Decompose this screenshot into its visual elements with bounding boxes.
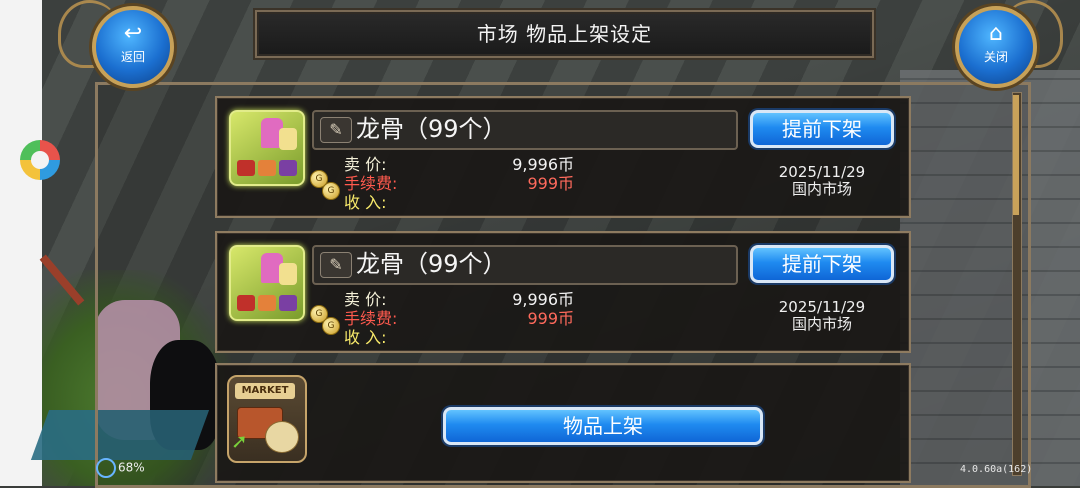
battery-percent: 68% — [118, 460, 145, 475]
fruit-crate-icon — [258, 295, 276, 311]
listing-date: 2025/11/29 — [778, 163, 866, 181]
item-name-box: ✎ 龙骨（99个） — [312, 110, 738, 150]
fruit-crate-icon — [279, 160, 297, 176]
app-overlay-logo-icon[interactable] — [20, 140, 60, 180]
market-stall-icon: MARKET ➚ — [227, 375, 307, 463]
delist-early-button[interactable]: 提前下架 — [750, 110, 894, 148]
price-value: 9,996币 — [512, 290, 574, 309]
page-title: 市场 物品上架设定 — [476, 22, 653, 46]
listing-date: 2025/11/29 — [778, 298, 866, 316]
feather-icon: ✎ — [320, 252, 352, 278]
income-label: 收 入: — [344, 193, 387, 212]
clothing-shop-item-icon — [229, 110, 305, 186]
fee-value: 999币 — [527, 174, 574, 193]
fee-label: 手续费: — [344, 309, 398, 328]
fee-label: 手续费: — [344, 174, 398, 193]
home-icon: ⌂ — [989, 21, 1003, 46]
listing-card: ✎ 龙骨（99个） GG 卖 价: 手续费: 收 入: 9,996币 999币 … — [215, 96, 911, 218]
coins-icon: GG — [310, 170, 340, 200]
fruit-crate-icon — [237, 160, 255, 176]
new-listing-card: MARKET ➚ 物品上架 — [215, 363, 911, 483]
fruit-crate-icon — [237, 295, 255, 311]
list-item-button[interactable]: 物品上架 — [443, 407, 763, 445]
coins-icon: GG — [310, 305, 340, 335]
version-label: 4.0.60a(162) — [960, 464, 1033, 475]
fee-value: 999币 — [527, 309, 574, 328]
price-label: 卖 价: — [344, 155, 387, 174]
item-name: 龙骨（99个） — [356, 250, 507, 278]
listing-market: 国内市场 — [791, 315, 852, 333]
screen-edge — [0, 0, 42, 486]
back-button[interactable]: ↩ 返回 — [92, 6, 174, 88]
income-label: 收 入: — [344, 328, 387, 347]
fruit-crate-icon — [258, 160, 276, 176]
scrollbar-thumb[interactable] — [1013, 95, 1019, 215]
back-label: 返回 — [120, 50, 145, 64]
battery-status: 68% — [96, 458, 145, 478]
back-arrow-icon: ↩ — [123, 21, 143, 46]
close-label: 关闭 — [983, 50, 1008, 64]
listing-card: ✎ 龙骨（99个） GG 卖 价: 手续费: 收 入: 9,996币 999币 … — [215, 231, 911, 353]
item-name-box: ✎ 龙骨（99个） — [312, 245, 738, 285]
close-button[interactable]: ⌂ 关闭 — [955, 6, 1037, 88]
price-value: 9,996币 — [512, 155, 574, 174]
shirt-icon — [279, 128, 297, 150]
price-label: 卖 价: — [344, 290, 387, 309]
clothing-shop-item-icon — [229, 245, 305, 321]
up-arrow-icon: ➚ — [231, 429, 248, 453]
listing-market: 国内市场 — [791, 180, 852, 198]
title-bar: 市场 物品上架设定 — [255, 10, 874, 58]
money-bag-icon — [265, 421, 299, 453]
fruit-crate-icon — [279, 295, 297, 311]
shirt-icon — [279, 263, 297, 285]
item-name: 龙骨（99个） — [356, 115, 507, 143]
feather-icon: ✎ — [320, 117, 352, 143]
signal-icon — [96, 458, 116, 478]
market-sign: MARKET — [235, 383, 295, 399]
delist-early-button[interactable]: 提前下架 — [750, 245, 894, 283]
